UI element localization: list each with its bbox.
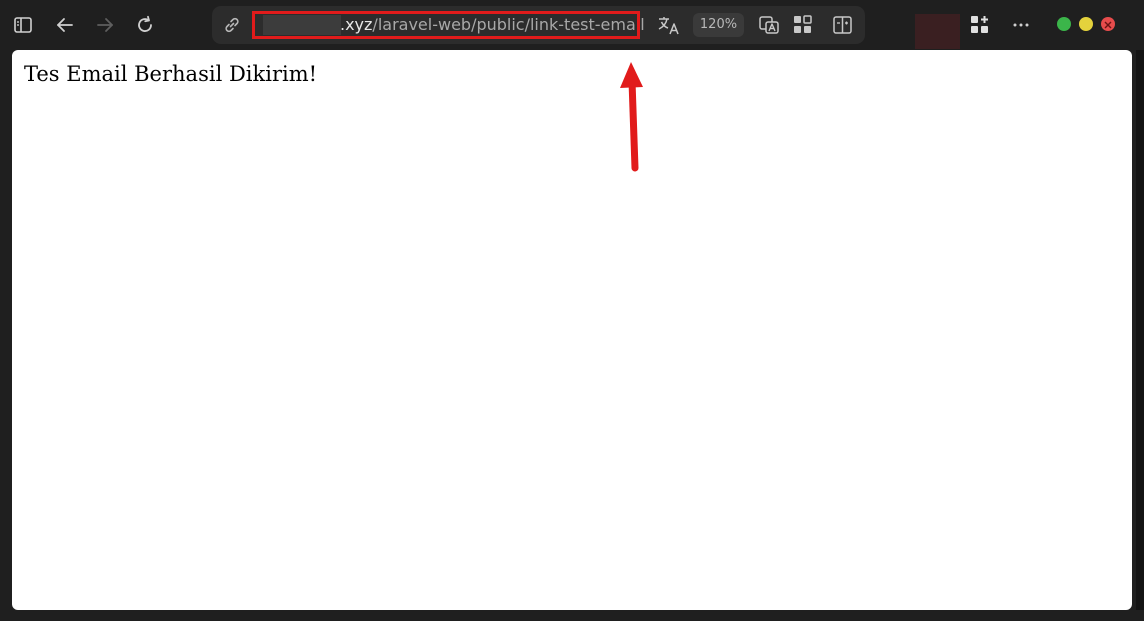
- browser-window: .xyz/laravel-web/public/link-test-email …: [0, 0, 1144, 621]
- refresh-icon[interactable]: [134, 14, 156, 36]
- close-button[interactable]: [1101, 17, 1115, 31]
- minimize-button[interactable]: [1057, 17, 1071, 31]
- translate-icon[interactable]: [657, 15, 681, 35]
- more-icon[interactable]: [1010, 14, 1032, 36]
- address-bar[interactable]: .xyz/laravel-web/public/link-test-email …: [212, 6, 865, 44]
- forward-arrow-icon[interactable]: [94, 14, 116, 36]
- window-edge: [1136, 50, 1144, 610]
- profile-avatar[interactable]: [915, 14, 960, 49]
- maximize-button[interactable]: [1079, 17, 1093, 31]
- add-extension-icon[interactable]: [969, 14, 991, 36]
- sidebar-toggle-icon[interactable]: [12, 14, 34, 36]
- back-arrow-icon[interactable]: [54, 14, 76, 36]
- read-aloud-icon[interactable]: [758, 15, 780, 35]
- url-highlight-box: [252, 11, 640, 39]
- page-message: Tes Email Berhasil Dikirim!: [24, 62, 318, 86]
- close-icon: [1104, 21, 1112, 29]
- zoom-level-badge[interactable]: 120%: [693, 13, 744, 37]
- page-viewport: Tes Email Berhasil Dikirim!: [12, 50, 1132, 610]
- split-screen-icon[interactable]: [832, 15, 854, 35]
- link-icon[interactable]: [222, 15, 242, 35]
- browser-toolbar: .xyz/laravel-web/public/link-test-email …: [0, 0, 1144, 50]
- apps-icon[interactable]: [792, 15, 814, 35]
